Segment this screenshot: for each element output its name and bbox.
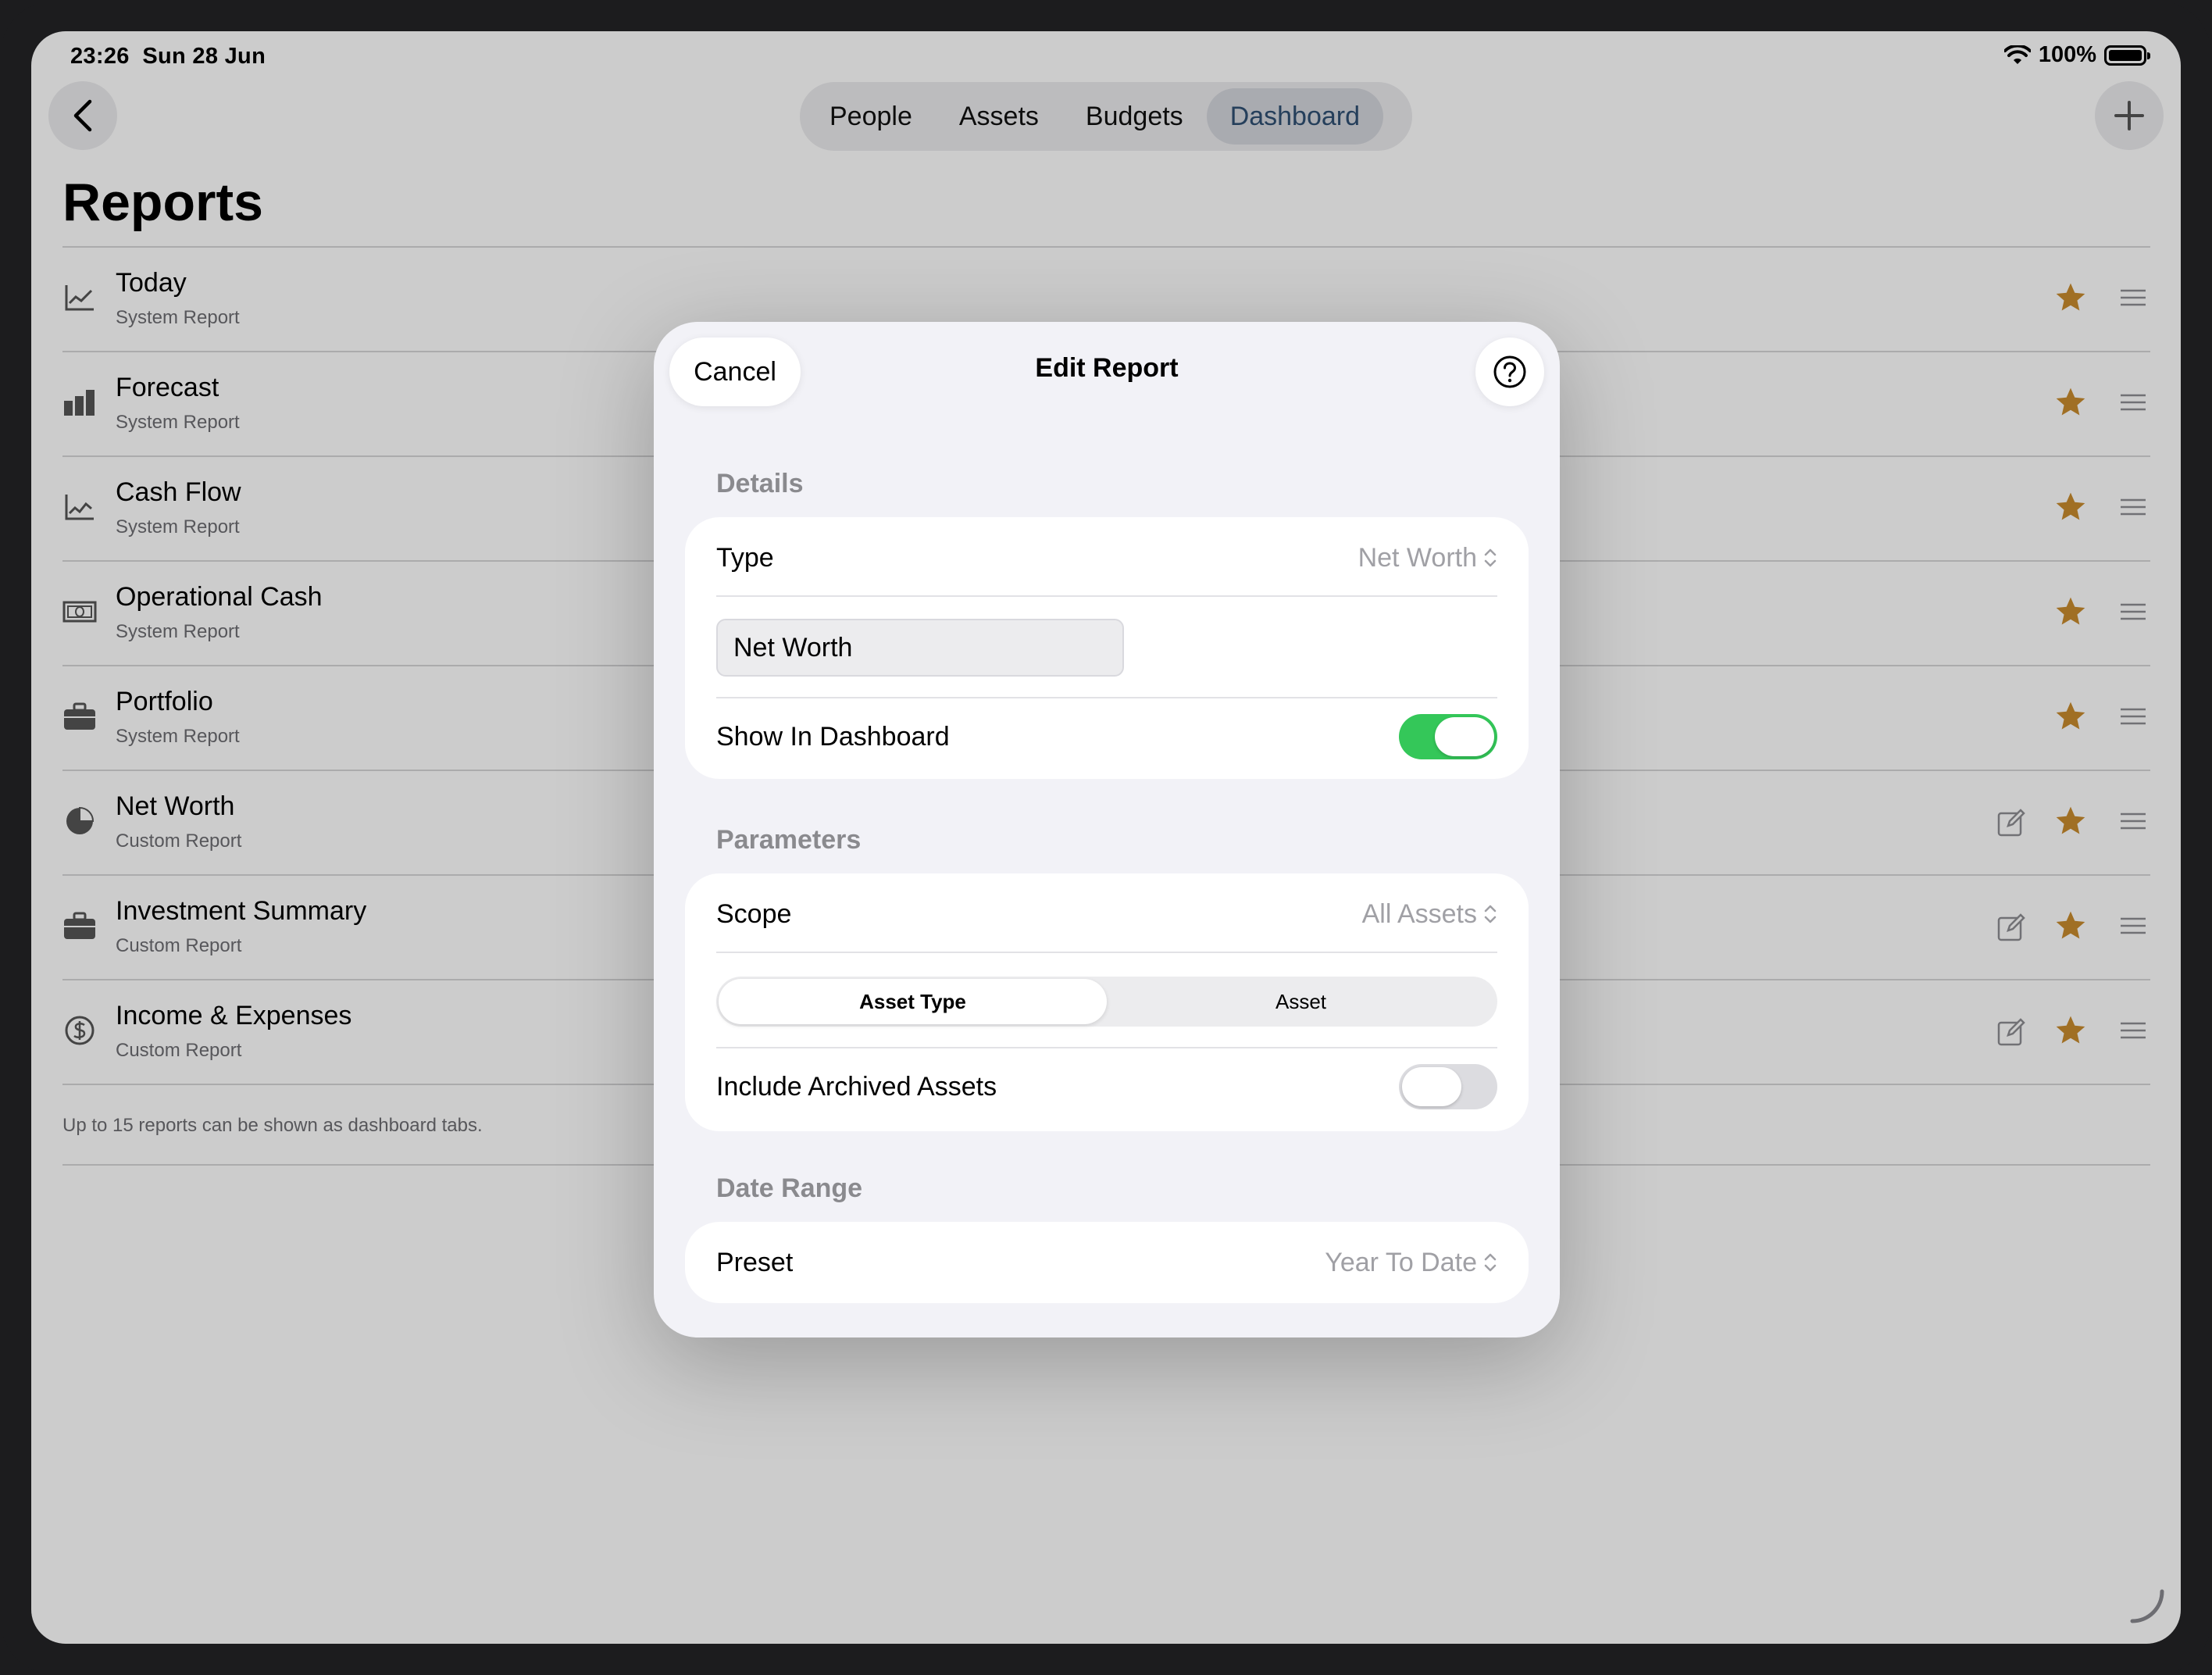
chevron-up-down-icon — [1484, 548, 1497, 567]
scope-segmented-control: Asset Type Asset — [716, 977, 1497, 1027]
include-archived-label: Include Archived Assets — [716, 1071, 997, 1102]
modal-title: Edit Report — [1035, 353, 1179, 383]
divider — [716, 1047, 1497, 1048]
include-archived-toggle[interactable] — [1399, 1064, 1497, 1109]
date-range-card: Preset Year To Date — [685, 1222, 1529, 1303]
question-circle-icon — [1493, 355, 1526, 388]
resize-handle-icon — [2128, 1587, 2167, 1630]
preset-row[interactable]: Preset Year To Date — [716, 1238, 1497, 1288]
chevron-up-down-icon — [1484, 1253, 1497, 1272]
preset-label: Preset — [716, 1247, 794, 1277]
show-in-dashboard-toggle[interactable] — [1399, 714, 1497, 759]
scope-picker[interactable]: All Assets — [1362, 899, 1497, 930]
show-in-dashboard-row: Show In Dashboard — [716, 708, 1497, 766]
preset-picker[interactable]: Year To Date — [1325, 1248, 1497, 1278]
type-picker[interactable]: Net Worth — [1358, 543, 1497, 573]
section-header-date-range: Date Range — [716, 1173, 863, 1203]
report-name-field[interactable]: Net Worth — [716, 619, 1124, 677]
type-label: Type — [716, 542, 774, 573]
screen: 23:26 Sun 28 Jun 100% People Assets Budg… — [31, 31, 2181, 1644]
show-in-dashboard-label: Show In Dashboard — [716, 721, 950, 752]
segment-asset-type[interactable]: Asset Type — [719, 979, 1107, 1024]
divider — [716, 697, 1497, 698]
divider — [716, 952, 1497, 953]
device-frame: 23:26 Sun 28 Jun 100% People Assets Budg… — [0, 0, 2212, 1675]
include-archived-row: Include Archived Assets — [716, 1058, 1497, 1116]
segment-asset[interactable]: Asset — [1107, 979, 1495, 1024]
details-card: Type Net Worth Net Worth Show In Dashboa… — [685, 517, 1529, 779]
section-header-details: Details — [716, 469, 804, 498]
help-button[interactable] — [1475, 338, 1544, 406]
scope-row[interactable]: Scope All Assets — [716, 889, 1497, 939]
chevron-up-down-icon — [1484, 905, 1497, 923]
edit-report-sheet: Cancel Edit Report Details Type Net Wort… — [654, 322, 1560, 1338]
divider — [716, 595, 1497, 597]
type-row[interactable]: Type Net Worth — [716, 533, 1497, 583]
parameters-card: Scope All Assets Asset Type Asset Includ… — [685, 873, 1529, 1131]
section-header-parameters: Parameters — [716, 825, 862, 855]
scope-label: Scope — [716, 898, 792, 929]
